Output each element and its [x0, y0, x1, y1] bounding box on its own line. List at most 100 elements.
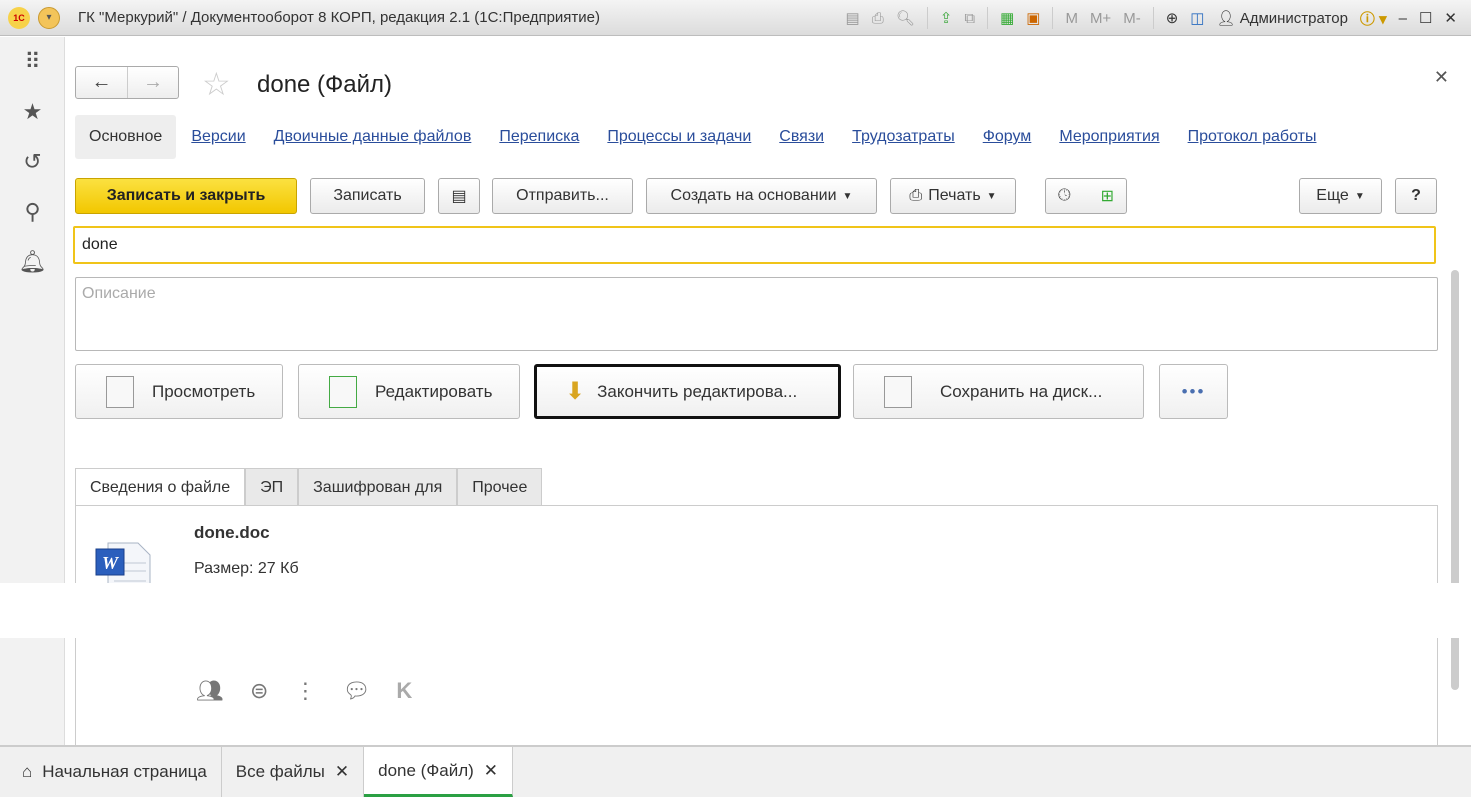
divider	[987, 7, 989, 29]
sidebar: ⠿ ★ ↺ ⚲ 🔔︎	[0, 37, 65, 745]
comments-icon[interactable]: 💬︎	[342, 678, 370, 704]
main-menu-button[interactable]: ▾	[38, 6, 60, 29]
calendar-icon[interactable]: ▣	[1026, 9, 1040, 27]
save-icon[interactable]: ▤	[846, 9, 860, 27]
close-form-icon[interactable]: ✕	[1434, 67, 1449, 88]
svg-text:W: W	[102, 553, 120, 573]
add-task-icon[interactable]: ⊞	[1101, 186, 1114, 206]
form-area: ← → ☆ done (Файл) ✕ Основное Версии Двои…	[66, 37, 1471, 745]
link-icon[interactable]: ⇪	[940, 9, 953, 27]
close-icon[interactable]: ✕	[484, 761, 498, 781]
edit-label: Редактировать	[375, 381, 493, 401]
section-correspondence[interactable]: Переписка	[499, 128, 579, 146]
name-input[interactable]: done	[73, 226, 1436, 264]
section-labor[interactable]: Трудозатраты	[852, 128, 955, 146]
scrollbar[interactable]	[1449, 242, 1461, 726]
chevron-down-icon: ▼	[986, 190, 997, 202]
forward-arrow-icon[interactable]: →	[127, 67, 178, 98]
file-tabs: Сведения о файле ЭП Зашифрован для Проче…	[75, 468, 543, 506]
section-main[interactable]: Основное	[75, 115, 177, 159]
user-menu[interactable]: 👤︎ Администратор	[1216, 9, 1347, 27]
history-icon[interactable]: ↺	[0, 137, 65, 187]
edit-button[interactable]: Редактировать	[298, 364, 520, 419]
print-label: Печать	[928, 187, 981, 204]
favorites-star-icon[interactable]: ★	[0, 87, 65, 137]
panels-icon[interactable]: ◫	[1190, 9, 1204, 27]
list-icon[interactable]: ▤	[438, 178, 480, 214]
k-letter-icon[interactable]: K	[396, 678, 412, 704]
notifications-bell-icon[interactable]: 🔔︎	[0, 237, 65, 287]
link-copy-icon[interactable]: ⧉	[964, 10, 975, 27]
tab-signature[interactable]: ЭП	[245, 468, 299, 506]
page-title: done (Файл)	[257, 71, 393, 98]
section-forum[interactable]: Форум	[983, 128, 1032, 146]
save-button[interactable]: Записать	[310, 178, 425, 214]
tab-all-files[interactable]: Все файлы ✕	[222, 747, 365, 797]
preview-icon[interactable]: 🔍︎	[896, 9, 915, 27]
memory-plus-button[interactable]: M+	[1090, 10, 1111, 27]
back-arrow-icon[interactable]: ←	[76, 67, 127, 98]
clock-icon[interactable]: 🕓︎	[1058, 187, 1071, 205]
tree-structure-icon[interactable]: ⋮	[294, 678, 316, 704]
finish-editing-icon: ⬇	[565, 378, 586, 405]
more-actions-button[interactable]: •••	[1159, 364, 1228, 419]
finish-editing-button[interactable]: ⬇ Закончить редактирова...	[534, 364, 841, 419]
users-icon[interactable]: 👥︎	[196, 678, 224, 704]
favorite-star-icon[interactable]: ☆	[202, 65, 231, 103]
section-binary-data[interactable]: Двоичные данные файлов	[274, 128, 472, 146]
zoom-icon[interactable]: ⊕	[1166, 9, 1179, 27]
section-log[interactable]: Протокол работы	[1188, 128, 1317, 146]
app-logo: 1С	[8, 6, 30, 29]
edit-document-icon	[329, 375, 357, 408]
user-icon: 👤︎	[1216, 10, 1236, 27]
file-status-icons: 👥︎ ⊜ ⋮ 💬︎ K	[196, 678, 412, 704]
user-name: Администратор	[1239, 10, 1348, 27]
memory-minus-button[interactable]: M-	[1123, 10, 1141, 27]
home-icon: ⌂	[22, 762, 33, 781]
save-and-close-button[interactable]: Записать и закрыть	[75, 178, 297, 214]
view-button[interactable]: Просмотреть	[75, 364, 283, 419]
close-icon[interactable]: ✕	[335, 762, 349, 782]
view-label: Просмотреть	[152, 381, 256, 401]
divider	[926, 7, 928, 29]
signature-stamp-icon[interactable]: ⊜	[250, 678, 268, 704]
window-title: ГК "Меркурий" / Документооборот 8 КОРП, …	[78, 9, 601, 26]
memory-m-button[interactable]: M	[1065, 10, 1078, 27]
calculator-icon[interactable]: ▦	[1000, 9, 1014, 27]
torn-edge-band	[0, 583, 1471, 638]
print-icon[interactable]: ⎙	[872, 10, 884, 27]
divider	[1052, 7, 1054, 29]
tab-file-info[interactable]: Сведения о файле	[75, 468, 246, 506]
form-sections: Основное Версии Двоичные данные файлов П…	[75, 114, 1316, 160]
maximize-button[interactable]: ☐	[1419, 9, 1432, 27]
chevron-down-icon: ▼	[1354, 190, 1365, 202]
print-button[interactable]: ⎙ Печать ▼	[890, 178, 1016, 214]
create-based-label: Создать на основании	[670, 187, 837, 204]
close-window-button[interactable]: ✕	[1444, 9, 1457, 27]
chevron-down-icon: ▼	[842, 190, 853, 202]
section-versions[interactable]: Версии	[191, 128, 245, 146]
apps-grid-icon[interactable]: ⠿	[0, 37, 65, 87]
title-bar: 1С ▾ ГК "Меркурий" / Документооборот 8 К…	[0, 0, 1471, 36]
section-events[interactable]: Мероприятия	[1059, 128, 1159, 146]
more-label: Еще	[1316, 187, 1349, 204]
tab-home[interactable]: ⌂ Начальная страница	[0, 747, 222, 797]
more-button[interactable]: Еще ▼	[1299, 178, 1382, 214]
save-disk-label: Сохранить на диск...	[940, 381, 1103, 401]
tab-other[interactable]: Прочее	[457, 468, 543, 506]
create-based-on-button[interactable]: Создать на основании ▼	[646, 178, 877, 214]
minimize-button[interactable]: –	[1399, 10, 1407, 27]
save-to-disk-button[interactable]: Сохранить на диск...	[853, 364, 1144, 419]
printer-icon: ⎙	[909, 187, 923, 204]
tab-done-file[interactable]: done (Файл) ✕	[364, 747, 514, 797]
help-button[interactable]: ?	[1395, 178, 1437, 214]
tab-encrypted-for[interactable]: Зашифрован для	[298, 468, 458, 506]
document-icon	[106, 375, 134, 408]
section-processes[interactable]: Процессы и задачи	[607, 128, 751, 146]
nav-buttons: ← →	[75, 66, 179, 99]
section-links[interactable]: Связи	[779, 128, 824, 146]
search-icon[interactable]: ⚲	[0, 187, 65, 237]
send-button[interactable]: Отправить...	[492, 178, 633, 214]
description-input[interactable]: Описание	[75, 277, 1438, 351]
info-icon[interactable]: ⓘ ▾	[1360, 8, 1387, 29]
